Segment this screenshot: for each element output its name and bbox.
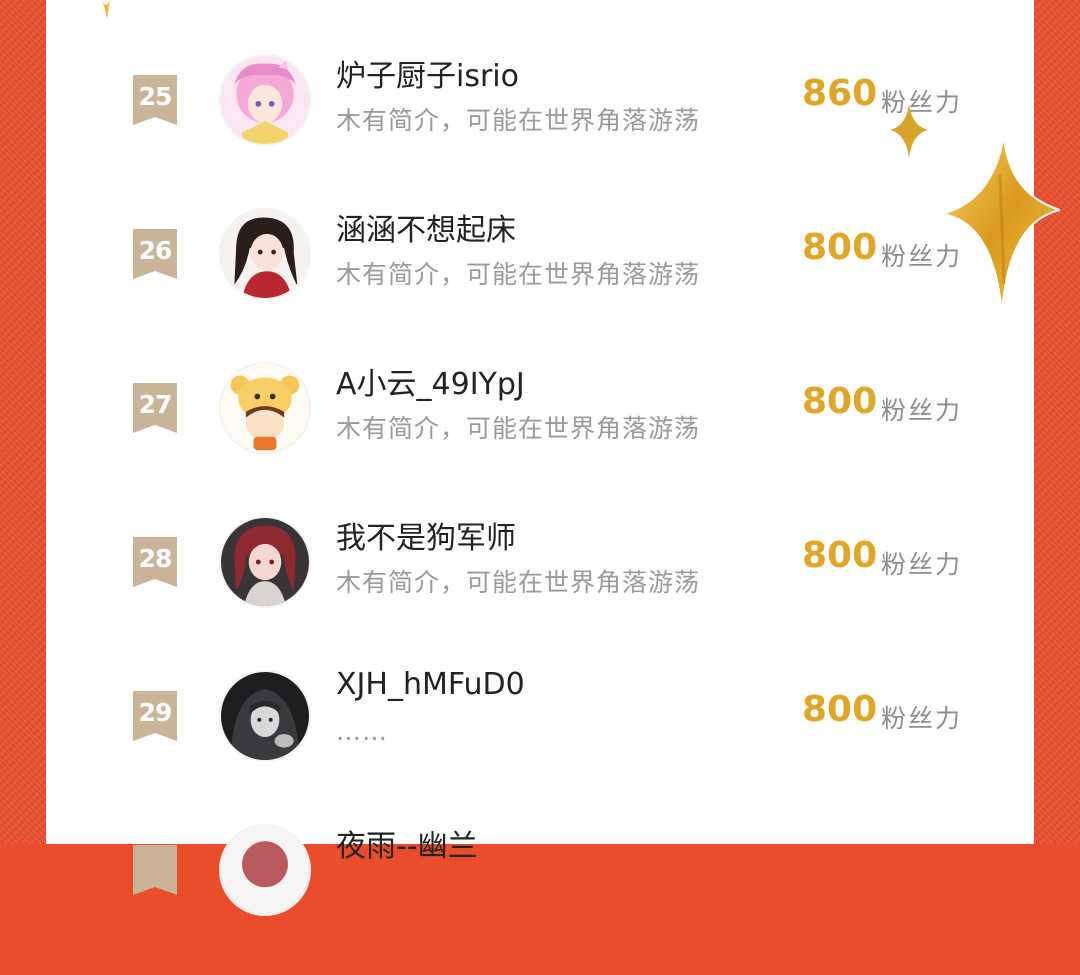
fan-score: 800 [802,689,878,730]
user-name[interactable]: XJH_hMFuD0 [336,667,525,702]
list-item[interactable]: 25 炉子厨子isrio 木有简介，可能在世界角落游荡 860 粉丝力 [46,51,1034,205]
user-name[interactable]: 炉子厨子isrio [336,51,519,95]
fan-score: 800 [802,535,878,576]
rank-number: 26 [138,236,173,265]
user-name[interactable]: 涵涵不想起床 [336,205,516,249]
list-item[interactable]: 28 我不是狗军师 木有简介，可能在世界角落游荡 800 粉丝力 [46,513,1034,667]
fan-score-unit: 粉丝力 [881,88,963,117]
fan-ranking-list[interactable]: 25 炉子厨子isrio 木有简介，可能在世界角落游荡 860 粉丝力 26 涵… [46,0,1034,916]
rank-badge [133,845,177,895]
user-bio: 木有简介，可能在世界角落游荡 [336,414,701,443]
rank-number: 28 [138,544,173,573]
avatar[interactable] [219,208,311,300]
list-item[interactable]: 29 XJH_hMFuD0 …… 800 粉丝力 [46,667,1034,821]
avatar[interactable] [219,54,311,146]
user-name[interactable]: 夜雨--幽兰 [336,821,478,865]
user-bio: 木有简介，可能在世界角落游荡 [336,260,701,289]
rank-badge: 25 [133,75,177,125]
avatar[interactable] [219,516,311,608]
user-bio: 木有简介，可能在世界角落游荡 [336,568,701,597]
user-name[interactable]: A小云_49IYpJ [336,359,525,403]
fan-score: 800 [802,227,878,268]
rank-number: 27 [138,390,173,419]
fan-score-unit: 粉丝力 [881,242,963,271]
list-item[interactable]: 夜雨--幽兰 [46,821,1034,975]
rank-badge: 26 [133,229,177,279]
user-bio: …… [336,717,388,746]
user-bio: 木有简介，可能在世界角落游荡 [336,106,701,135]
fan-score-unit: 粉丝力 [881,396,963,425]
fan-score: 860 [802,73,878,114]
rank-badge: 27 [133,383,177,433]
fan-score-unit: 粉丝力 [881,550,963,579]
rank-badge: 28 [133,537,177,587]
list-item[interactable]: 27 A小云_49IYpJ 木有简介，可能在世界角落游荡 800 粉丝力 [46,359,1034,513]
avatar[interactable] [219,362,311,454]
rank-number: 29 [138,698,173,727]
list-item[interactable]: 26 涵涵不想起床 木有简介，可能在世界角落游荡 800 粉丝力 [46,205,1034,359]
fan-score: 800 [802,381,878,422]
fan-score-unit: 粉丝力 [881,704,963,733]
avatar[interactable] [219,670,311,762]
rank-badge: 29 [133,691,177,741]
user-name[interactable]: 我不是狗军师 [336,513,516,557]
avatar[interactable] [219,824,311,916]
rank-number: 25 [138,82,173,111]
